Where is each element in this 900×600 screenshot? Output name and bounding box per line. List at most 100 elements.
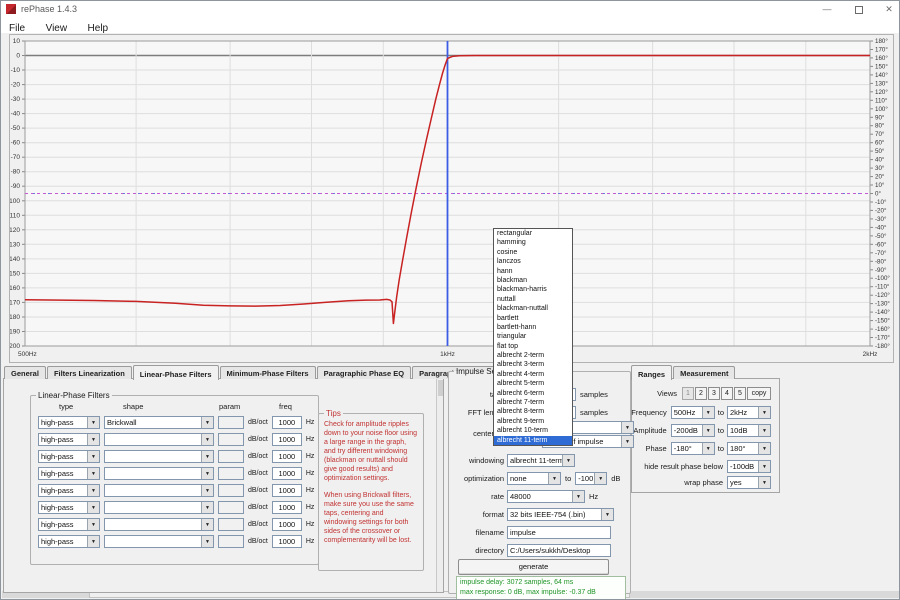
- dropdown-option-albrecht-3-term[interactable]: albrecht 3-term: [494, 360, 572, 369]
- dropdown-option-hamming[interactable]: hamming: [494, 238, 572, 247]
- minimize-button[interactable]: —: [815, 1, 839, 18]
- amplitude-to-select[interactable]: 10dB▼: [727, 424, 771, 437]
- tab-ranges[interactable]: Ranges: [631, 365, 672, 380]
- tab-filters-linearization[interactable]: Filters Linearization: [47, 366, 132, 379]
- filter-param-input[interactable]: [218, 416, 244, 429]
- restore-button[interactable]: [847, 1, 871, 18]
- dropdown-option-blackman[interactable]: blackman: [494, 276, 572, 285]
- to-label: to: [718, 408, 724, 417]
- svg-text:-120°: -120°: [875, 292, 890, 299]
- filter-shape-select[interactable]: Brickwall▼: [104, 416, 214, 429]
- filter-freq-input[interactable]: [272, 535, 302, 548]
- view-button-4[interactable]: 4: [721, 387, 733, 400]
- filter-freq-input[interactable]: [272, 518, 302, 531]
- filter-type-select[interactable]: high-pass▼: [38, 416, 100, 429]
- dropdown-option-cosine[interactable]: cosine: [494, 248, 572, 257]
- filter-shape-select[interactable]: ▼: [104, 467, 214, 480]
- filter-freq-input[interactable]: [272, 467, 302, 480]
- dropdown-option-bartlett-hann[interactable]: bartlett-hann: [494, 323, 572, 332]
- dropdown-option-nuttall[interactable]: nuttall: [494, 295, 572, 304]
- dropdown-option-blackman-harris[interactable]: blackman-harris: [494, 285, 572, 294]
- optimization-db-select[interactable]: -100 ▼: [575, 472, 607, 485]
- dropdown-option-albrecht-4-term[interactable]: albrecht 4-term: [494, 370, 572, 379]
- dropdown-option-blackman-nuttall[interactable]: blackman-nuttall: [494, 304, 572, 313]
- filter-type-select-value: high-pass: [39, 503, 87, 512]
- filter-shape-select[interactable]: ▼: [104, 535, 214, 548]
- amplitude-from-select[interactable]: -200dB▼: [671, 424, 715, 437]
- frequency-to-select[interactable]: 2kHz▼: [727, 406, 771, 419]
- filter-param-input[interactable]: [218, 518, 244, 531]
- svg-text:-110: -110: [10, 212, 20, 219]
- view-button-5[interactable]: 5: [734, 387, 746, 400]
- filter-shape-select[interactable]: ▼: [104, 501, 214, 514]
- response-graph[interactable]: 100-10-20-30-40-50-60-70-80-90-100-110-1…: [9, 34, 894, 363]
- frequency-from-select[interactable]: 500Hz▼: [671, 406, 715, 419]
- filter-param-input[interactable]: [218, 535, 244, 548]
- filter-shape-select[interactable]: ▼: [104, 518, 214, 531]
- view-button-2[interactable]: 2: [695, 387, 707, 400]
- filter-type-select[interactable]: high-pass▼: [38, 450, 100, 463]
- dropdown-option-triangular[interactable]: triangular: [494, 332, 572, 341]
- dropdown-option-lanczos[interactable]: lanczos: [494, 257, 572, 266]
- close-button[interactable]: ✕: [877, 1, 900, 18]
- filter-type-select[interactable]: high-pass▼: [38, 518, 100, 531]
- menu-file[interactable]: File: [1, 22, 33, 34]
- format-select[interactable]: 32 bits IEEE-754 (.bin) ▼: [507, 508, 614, 521]
- optimization-select[interactable]: none ▼: [507, 472, 561, 485]
- filter-param-input[interactable]: [218, 433, 244, 446]
- phase-to-select[interactable]: 180°▼: [727, 442, 771, 455]
- view-button-3[interactable]: 3: [708, 387, 720, 400]
- dropdown-option-albrecht-2-term[interactable]: albrecht 2-term: [494, 351, 572, 360]
- filter-param-input[interactable]: [218, 501, 244, 514]
- filter-shape-select[interactable]: ▼: [104, 450, 214, 463]
- tab-paragraphic-phase-eq[interactable]: Paragraphic Phase EQ: [317, 366, 411, 379]
- filter-freq-input[interactable]: [272, 501, 302, 514]
- view-button-1[interactable]: 1: [682, 387, 694, 400]
- menu-help[interactable]: Help: [80, 22, 117, 34]
- phase-from-select[interactable]: -180°▼: [671, 442, 715, 455]
- filter-type-select[interactable]: high-pass▼: [38, 501, 100, 514]
- filter-freq-input[interactable]: [272, 416, 302, 429]
- wrap-phase-select[interactable]: yes▼: [727, 476, 771, 489]
- filter-freq-input[interactable]: [272, 484, 302, 497]
- optimization-label: optimization: [451, 474, 504, 483]
- directory-input[interactable]: [507, 544, 611, 557]
- dropdown-option-bartlett[interactable]: bartlett: [494, 314, 572, 323]
- rate-select[interactable]: 48000 ▼: [507, 490, 585, 503]
- filename-input[interactable]: [507, 526, 611, 539]
- dropdown-option-albrecht-5-term[interactable]: albrecht 5-term: [494, 379, 572, 388]
- dropdown-option-hann[interactable]: hann: [494, 267, 572, 276]
- view-button-copy[interactable]: copy: [747, 387, 771, 400]
- dropdown-option-rectangular[interactable]: rectangular: [494, 229, 572, 238]
- dropdown-option-albrecht-10-term[interactable]: albrecht 10-term: [494, 426, 572, 435]
- menu-view[interactable]: View: [38, 22, 76, 34]
- filter-param-input[interactable]: [218, 450, 244, 463]
- format-value: 32 bits IEEE-754 (.bin): [508, 510, 601, 519]
- tab-general[interactable]: General: [4, 366, 46, 379]
- tab-minimum-phase-filters[interactable]: Minimum-Phase Filters: [220, 366, 316, 379]
- filter-type-select[interactable]: high-pass▼: [38, 433, 100, 446]
- filter-freq-input[interactable]: [272, 450, 302, 463]
- filter-type-select[interactable]: high-pass▼: [38, 484, 100, 497]
- tab-panel-scrollbar[interactable]: [436, 379, 443, 592]
- generate-button[interactable]: generate: [458, 559, 609, 575]
- dropdown-option-albrecht-11-term[interactable]: albrecht 11-term: [494, 436, 572, 445]
- dropdown-option-albrecht-9-term[interactable]: albrecht 9-term: [494, 417, 572, 426]
- dropdown-option-albrecht-6-term[interactable]: albrecht 6-term: [494, 389, 572, 398]
- dropdown-option-albrecht-8-term[interactable]: albrecht 8-term: [494, 407, 572, 416]
- filter-freq-input[interactable]: [272, 433, 302, 446]
- filter-type-select[interactable]: high-pass▼: [38, 467, 100, 480]
- dropdown-option-albrecht-7-term[interactable]: albrecht 7-term: [494, 398, 572, 407]
- filter-param-input[interactable]: [218, 467, 244, 480]
- filter-param-input[interactable]: [218, 484, 244, 497]
- tab-measurement[interactable]: Measurement: [673, 366, 735, 379]
- title-bar[interactable]: rePhase 1.4.3 — ✕: [1, 1, 899, 18]
- filter-shape-select[interactable]: ▼: [104, 433, 214, 446]
- tab-linear-phase-filters[interactable]: Linear-Phase Filters: [133, 365, 219, 380]
- dropdown-option-flat-top[interactable]: flat top: [494, 342, 572, 351]
- scrollbar-thumb[interactable]: [438, 380, 443, 396]
- hide-phase-select[interactable]: -100dB▼: [727, 460, 771, 473]
- filter-shape-select[interactable]: ▼: [104, 484, 214, 497]
- filter-type-select[interactable]: high-pass▼: [38, 535, 100, 548]
- windowing-select[interactable]: albrecht 11-term ▼: [507, 454, 575, 467]
